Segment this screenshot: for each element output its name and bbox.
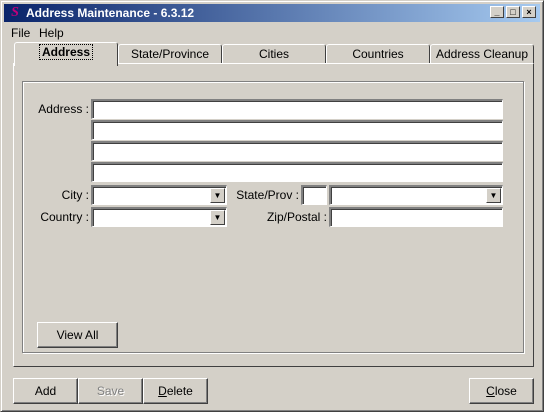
country-dropdown-arrow-icon[interactable]: ▼ [210, 210, 225, 225]
tab-address[interactable]: Address [14, 42, 118, 66]
country-combo[interactable]: ▼ [91, 207, 227, 227]
tab-cities[interactable]: Cities [222, 44, 326, 64]
address-line-1-field[interactable] [91, 99, 503, 119]
state-prov-combo[interactable]: ▼ [329, 185, 503, 205]
title-bar[interactable]: S Address Maintenance - 6.3.12 _ □ × [4, 4, 540, 22]
country-label: Country : [40, 210, 89, 224]
view-all-button[interactable]: View All [37, 322, 118, 348]
menu-help[interactable]: Help [35, 26, 68, 40]
state-prov-label: State/Prov : [236, 188, 299, 202]
city-combo[interactable]: ▼ [91, 185, 227, 205]
state-code-field[interactable] [301, 185, 327, 205]
delete-rest: elete [166, 384, 193, 398]
address-line-2-field[interactable] [91, 120, 503, 140]
city-label: City : [61, 188, 89, 202]
app-logo-icon: S [11, 5, 19, 20]
close-window-button[interactable]: × [522, 6, 536, 18]
state-dropdown-arrow-icon[interactable]: ▼ [486, 188, 501, 203]
close-button[interactable]: Close [469, 378, 534, 404]
zip-postal-field[interactable] [329, 207, 503, 227]
menu-file[interactable]: File [7, 26, 34, 40]
maximize-button[interactable]: □ [506, 6, 520, 18]
menu-bar: File Help [4, 24, 540, 42]
close-accel: C [486, 384, 495, 398]
main-window: S Address Maintenance - 6.3.12 _ □ × Fil… [0, 0, 544, 412]
zip-postal-label: Zip/Postal : [266, 210, 327, 224]
window-title: Address Maintenance - 6.3.12 [26, 6, 195, 20]
address-line-3-field[interactable] [91, 141, 503, 161]
tab-address-label: Address [38, 44, 94, 60]
add-button[interactable]: Add [13, 378, 78, 404]
tab-address-cleanup[interactable]: Address Cleanup [430, 44, 534, 64]
city-dropdown-arrow-icon[interactable]: ▼ [210, 188, 225, 203]
tab-countries[interactable]: Countries [326, 44, 430, 64]
delete-accel: D [158, 384, 167, 398]
tab-state-province[interactable]: State/Province [118, 44, 222, 64]
minimize-button[interactable]: _ [490, 6, 504, 18]
address-label: Address : [38, 102, 89, 116]
address-line-4-field[interactable] [91, 162, 503, 182]
save-button[interactable]: Save [78, 378, 143, 404]
close-rest: lose [494, 384, 517, 398]
delete-button[interactable]: Delete [143, 378, 208, 404]
